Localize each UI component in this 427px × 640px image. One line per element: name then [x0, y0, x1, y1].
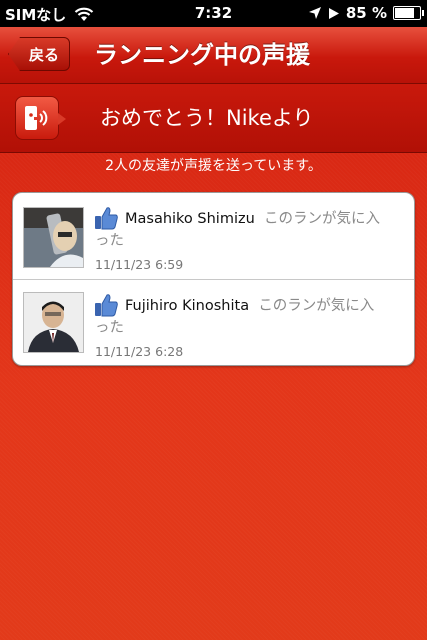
page-title: ランニング中の声援 [94, 41, 310, 69]
friends-cheering-count: 2人の友達が声援を送っています。 [105, 158, 322, 174]
avatar [23, 292, 84, 353]
play-icon [328, 7, 339, 19]
battery-fill [395, 8, 414, 18]
status-right: 85 % [308, 4, 424, 22]
friend-name: Masahiko Shimizu [125, 211, 255, 227]
battery-percent: 85 % [345, 4, 387, 22]
cheer-timestamp: 11/11/23 6:59 [95, 257, 184, 272]
banner-text: おめでとう！Nikeより [100, 106, 314, 130]
status-bar: SIMなし 7:32 85 % [0, 0, 427, 27]
cheer-text-continued: った [95, 233, 124, 249]
cheer-speaker-icon [15, 96, 66, 140]
cheer-timestamp: 11/11/23 6:28 [95, 344, 184, 359]
cheer-text: Masahiko Shimizu このランが気に入 [95, 208, 400, 230]
cheer-text-continued: った [95, 320, 124, 336]
cheer-message: このランが気に入 [264, 211, 381, 227]
cheers-list: Masahiko Shimizu このランが気に入 った 11/11/23 6:… [12, 192, 415, 366]
friend-name: Fujihiro Kinoshita [125, 298, 250, 314]
back-button[interactable]: 戻る [8, 37, 70, 71]
cheer-message: このランが気に入 [258, 298, 375, 314]
list-item[interactable]: Masahiko Shimizu このランが気に入 った 11/11/23 6:… [13, 193, 414, 279]
location-arrow-icon [308, 7, 321, 19]
battery-icon [393, 6, 424, 20]
cheer-text: Fujihiro Kinoshita このランが気に入 [95, 295, 400, 317]
list-item[interactable]: Fujihiro Kinoshita このランが気に入 った 11/11/23 … [13, 279, 414, 365]
avatar [23, 207, 84, 268]
message-banner: おめでとう！Nikeより [0, 84, 427, 153]
navigation-bar: 戻る ランニング中の声援 [0, 27, 427, 84]
